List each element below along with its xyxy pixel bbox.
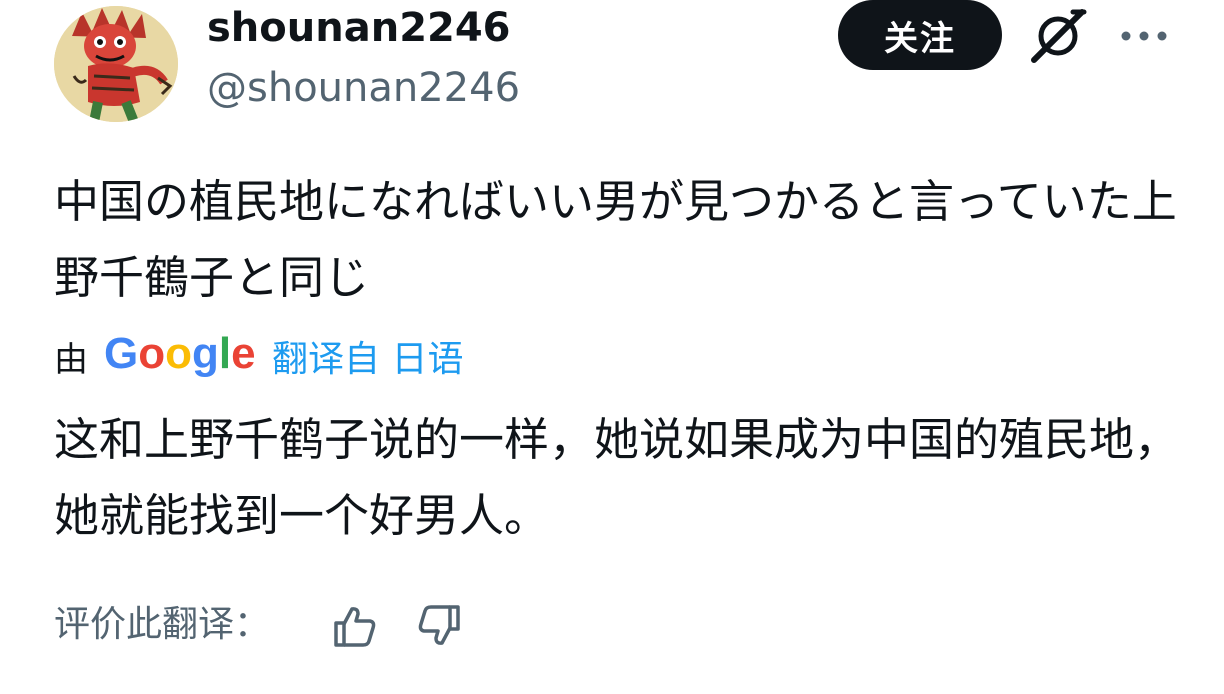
grok-icon[interactable] [1028,8,1088,64]
translation-attribution: 由 Google 翻译自 日语 [54,326,463,386]
thumbs-up-button[interactable] [332,603,378,649]
translated-by-label: 由 [54,339,88,380]
avatar[interactable] [54,6,178,122]
demon-figure-avatar-icon [54,6,178,122]
follow-button[interactable]: 关注 [838,0,1002,70]
display-name[interactable]: shounan2246 [207,2,511,54]
grok-slash-icon [1031,9,1087,63]
thumbs-up-icon [334,607,376,647]
thumbs-down-button[interactable] [416,603,462,649]
more-horizontal-icon [1121,31,1167,41]
rate-translation-label: 评价此翻译： [54,604,271,645]
svg-text:Google: Google [104,329,254,378]
more-options-icon[interactable] [1118,24,1170,48]
thumbs-down-icon [418,605,460,645]
translated-from-link[interactable]: 翻译自 日语 [272,330,463,382]
post-text: 中国の植民地になればいい男が見つかると言っていた上野千鶴子と同じ [54,175,1177,304]
translated-text: 这和上野千鹤子说的一样，她说如果成为中国的殖民地，她就能找到一个好男人。 [54,413,1180,542]
user-handle[interactable]: @shounan2246 [207,62,520,114]
google-logo-icon: Google [104,329,254,378]
